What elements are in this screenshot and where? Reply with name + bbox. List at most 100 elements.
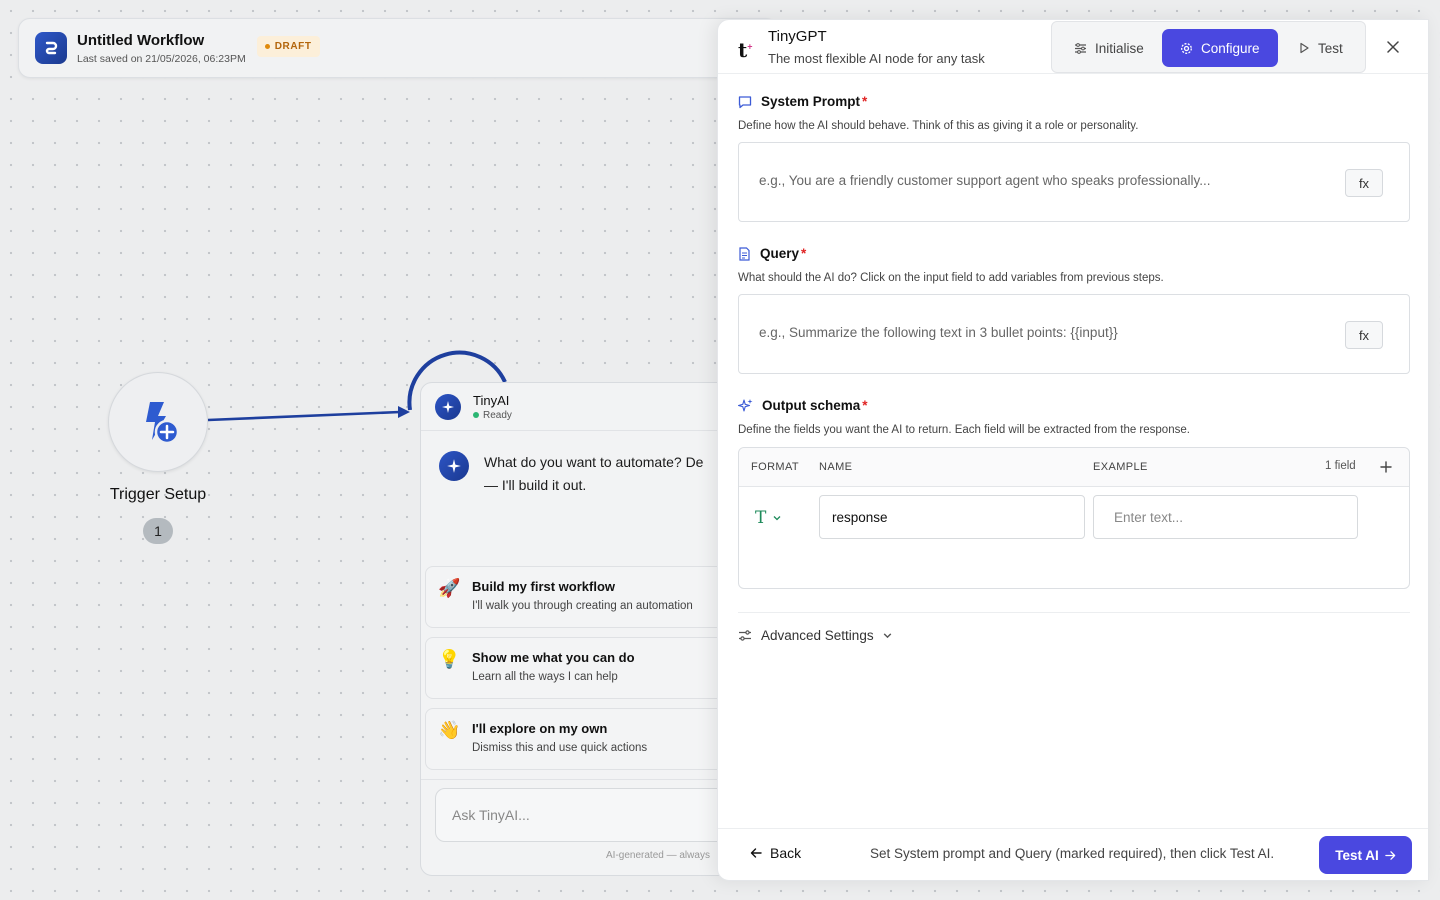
chat-input[interactable]: Ask TinyAI... [435, 788, 759, 842]
output-schema-table: FORMAT NAME EXAMPLE 1 field T response E… [738, 447, 1410, 589]
sliders-icon [1075, 42, 1086, 54]
trigger-node[interactable] [108, 372, 208, 472]
draft-status-badge: DRAFT [256, 35, 320, 57]
arrow-left-icon [750, 848, 762, 858]
chat-bubble-icon [738, 95, 752, 108]
panel-tabs: Initialise Configure Test [1051, 21, 1366, 73]
sparkle-icon [435, 393, 461, 420]
plus-icon [1380, 461, 1392, 473]
play-icon [1300, 42, 1309, 54]
chat-status-label: Ready [483, 409, 512, 421]
required-marker: * [862, 94, 868, 109]
test-ai-label: Test AI [1335, 847, 1379, 863]
tab-label: Test [1318, 40, 1343, 56]
tinygpt-logo-icon: t+ [738, 38, 753, 62]
arrow-right-icon [1385, 850, 1396, 860]
suggestion-title: I'll explore on my own [472, 721, 608, 736]
tinyai-chat-panel: TinyAI Ready What do you want to automat… [420, 382, 760, 876]
panel-subtitle: The most flexible AI node for any task [768, 51, 985, 66]
schema-table-header: FORMAT NAME EXAMPLE 1 field [739, 448, 1409, 487]
required-marker: * [862, 398, 868, 413]
advanced-settings-label: Advanced Settings [761, 628, 874, 643]
advanced-settings-toggle[interactable]: Advanced Settings [738, 628, 893, 643]
chat-name: TinyAI [473, 392, 510, 408]
column-header-format: FORMAT [751, 461, 800, 473]
format-select[interactable]: T [755, 508, 782, 528]
suggestion-show-capabilities[interactable]: 💡 Show me what you can do Learn all the … [425, 637, 755, 699]
settings-toggle-icon [739, 630, 751, 641]
chevron-down-icon [883, 633, 891, 639]
query-desc: What should the AI do? Click on the inpu… [738, 272, 1164, 284]
lightbulb-icon: 💡 [438, 649, 461, 669]
workflow-title-block: Untitled Workflow Last saved on 21/05/20… [77, 32, 246, 65]
tab-configure[interactable]: Configure [1162, 29, 1278, 67]
fx-button[interactable]: fx [1345, 321, 1383, 349]
chat-input-area: Ask TinyAI... AI-generated — always [421, 779, 759, 875]
divider [738, 612, 1410, 613]
config-panel-header: t+ TinyGPT The most flexible AI node for… [718, 20, 1428, 74]
suggestion-explore-own[interactable]: 👋 I'll explore on my own Dismiss this an… [425, 708, 755, 770]
column-header-example: EXAMPLE [1093, 461, 1148, 473]
text-type-icon: T [755, 508, 767, 528]
section-title: Query [760, 246, 800, 261]
output-schema-desc: Define the fields you want the AI to ret… [738, 424, 1190, 436]
chat-message: What do you want to automate? De — I'll … [421, 431, 759, 497]
system-prompt-desc: Define how the AI should behave. Think o… [738, 120, 1139, 132]
sparkle-icon [439, 451, 469, 481]
fx-button[interactable]: fx [1345, 169, 1383, 197]
output-schema-label: Output schema * [738, 398, 868, 413]
query-input[interactable]: e.g., Summarize the following text in 3 … [738, 294, 1410, 374]
chat-header: TinyAI Ready [421, 383, 759, 431]
suggestion-title: Build my first workflow [472, 579, 616, 594]
field-name-input[interactable]: response [819, 495, 1085, 539]
chat-message-line: What do you want to automate? De [484, 454, 704, 470]
add-field-button[interactable] [1375, 456, 1397, 478]
suggestion-title: Show me what you can do [472, 650, 635, 665]
system-prompt-input[interactable]: e.g., You are a friendly customer suppor… [738, 142, 1410, 222]
draft-badge-label: DRAFT [274, 40, 312, 52]
workflow-title[interactable]: Untitled Workflow [77, 32, 246, 49]
chevron-down-icon [773, 516, 781, 521]
last-saved-text: Last saved on 21/05/2026, 06:23PM [77, 52, 246, 65]
workflow-logo-icon[interactable] [35, 32, 67, 64]
section-title: System Prompt [761, 94, 861, 109]
test-ai-button[interactable]: Test AI [1319, 836, 1412, 874]
chat-status: Ready [473, 410, 512, 421]
document-icon [739, 246, 750, 261]
field-example-input[interactable]: Enter text... [1093, 495, 1358, 539]
rocket-icon: 🚀 [438, 578, 461, 598]
tab-initialise[interactable]: Initialise [1062, 29, 1156, 67]
tab-label: Initialise [1095, 40, 1144, 56]
system-prompt-label: System Prompt * [738, 94, 867, 109]
ai-disclaimer: AI-generated — always [606, 850, 710, 861]
status-dot [264, 43, 270, 49]
suggestion-build-workflow[interactable]: 🚀 Build my first workflow I'll walk you … [425, 566, 755, 628]
gear-icon [1181, 42, 1192, 54]
panel-title: TinyGPT [768, 28, 827, 45]
logo-letter: t [738, 38, 748, 62]
close-icon[interactable] [1380, 34, 1406, 60]
footer-hint: Set System prompt and Query (marked requ… [870, 846, 1275, 861]
workflow-header-bar: Untitled Workflow Last saved on 21/05/20… [18, 18, 778, 78]
trigger-label: Trigger Setup [109, 486, 207, 503]
section-title: Output schema [762, 398, 861, 413]
query-label: Query * [738, 246, 806, 261]
chat-message-line: — I'll build it out. [484, 477, 587, 493]
system-prompt-placeholder: e.g., You are a friendly customer suppor… [759, 173, 1211, 188]
required-marker: * [801, 246, 807, 261]
suggestion-desc: Dismiss this and use quick actions [472, 742, 648, 754]
lightning-plus-icon [146, 402, 180, 445]
suggestion-desc: I'll walk you through creating an automa… [472, 600, 693, 612]
trigger-step-count: 1 [143, 518, 173, 544]
field-count: 1 field [1325, 460, 1356, 472]
status-dot [473, 412, 479, 418]
node-config-panel: t+ TinyGPT The most flexible AI node for… [717, 19, 1429, 881]
back-button[interactable]: Back [750, 845, 801, 861]
column-header-name: NAME [819, 461, 853, 473]
tab-test[interactable]: Test [1286, 29, 1355, 67]
suggestion-desc: Learn all the ways I can help [472, 671, 618, 683]
back-label: Back [770, 845, 802, 861]
chat-message-text: What do you want to automate? De — I'll … [484, 451, 703, 497]
tab-label: Configure [1201, 40, 1260, 56]
sparkles-icon [738, 399, 753, 412]
